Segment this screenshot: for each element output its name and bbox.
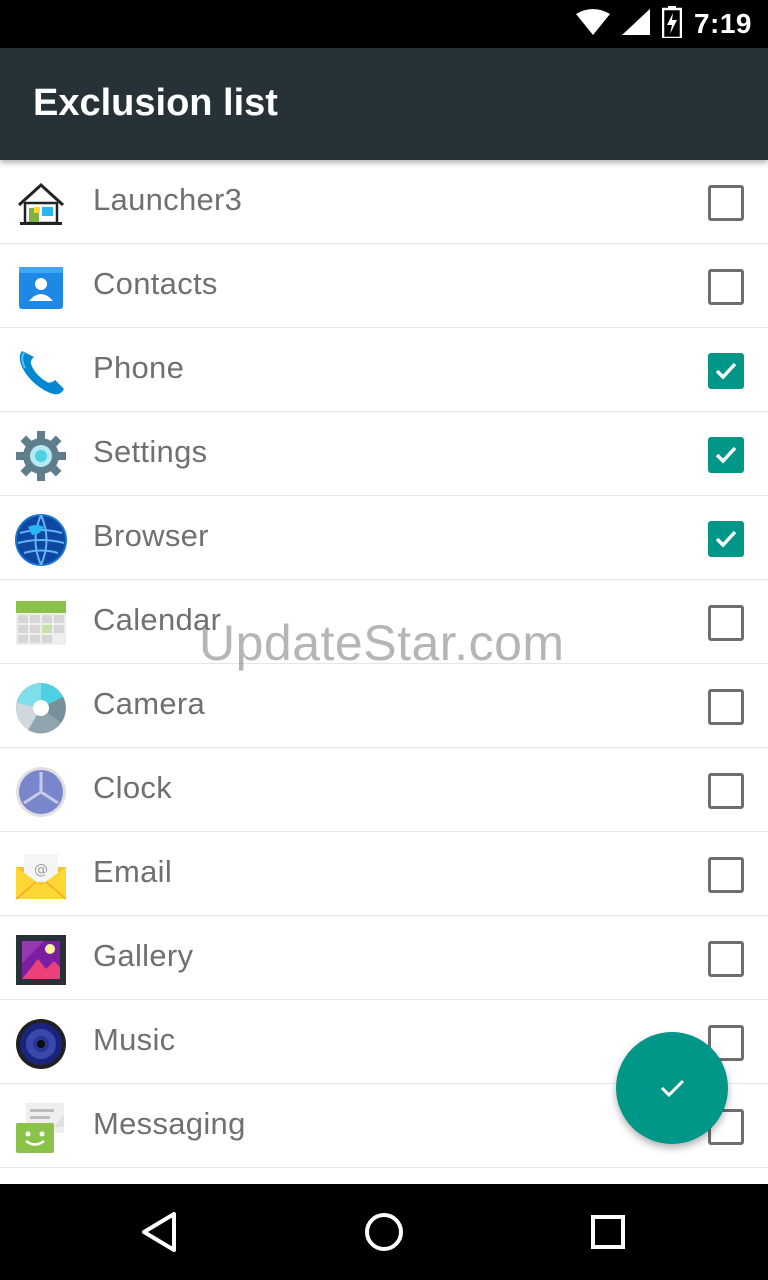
check-icon — [660, 1079, 685, 1098]
navigation-bar — [0, 1184, 768, 1280]
page-title: Exclusion list — [33, 82, 278, 124]
exclude-checkbox[interactable] — [708, 437, 744, 473]
exclude-checkbox[interactable] — [708, 857, 744, 893]
messaging-icon — [14, 1101, 68, 1155]
status-bar: 7:19 — [0, 0, 768, 48]
wifi-icon — [575, 9, 610, 39]
check-icon — [715, 362, 737, 380]
list-item[interactable]: Settings — [0, 412, 768, 496]
exclude-checkbox[interactable] — [708, 185, 744, 221]
app-label: Camera — [93, 686, 206, 721]
list-item[interactable]: Phone — [0, 328, 768, 412]
app-list: Launcher3 Contacts Phone Settings Browse… — [0, 160, 768, 1184]
email-icon: @ — [14, 849, 68, 903]
recents-square-icon[interactable] — [584, 1208, 632, 1256]
exclude-checkbox[interactable] — [708, 941, 744, 977]
list-item[interactable]: Launcher3 — [0, 160, 768, 244]
list-item[interactable]: Gallery — [0, 916, 768, 1000]
clock-icon — [14, 765, 68, 819]
back-triangle-icon[interactable] — [136, 1208, 184, 1256]
app-label: Clock — [93, 770, 173, 805]
app-label: Music — [93, 1022, 176, 1057]
app-label: Email — [93, 854, 173, 889]
list-item[interactable]: @ Email — [0, 832, 768, 916]
cell-signal-icon — [621, 9, 650, 39]
status-time: 7:19 — [693, 8, 752, 39]
exclude-checkbox[interactable] — [708, 353, 744, 389]
browser-globe-icon — [14, 513, 68, 567]
app-bar: Exclusion list — [0, 48, 768, 160]
list-item[interactable]: Contacts — [0, 244, 768, 328]
app-label: Contacts — [93, 266, 218, 301]
contacts-icon — [14, 261, 68, 315]
check-icon — [715, 446, 737, 464]
list-item[interactable]: Camera — [0, 664, 768, 748]
phone-icon — [14, 345, 68, 399]
watermark: UpdateStar.com — [199, 615, 565, 671]
exclude-checkbox[interactable] — [708, 521, 744, 557]
app-label: Gallery — [93, 938, 194, 973]
exclude-checkbox[interactable] — [708, 773, 744, 809]
battery-charging-icon — [661, 6, 683, 42]
gallery-icon — [14, 933, 68, 987]
list-item[interactable]: Browser — [0, 496, 768, 580]
app-label: Phone — [93, 350, 185, 385]
app-label: Settings — [93, 434, 208, 469]
app-label: Launcher3 — [93, 182, 243, 217]
home-circle-icon[interactable] — [360, 1208, 408, 1256]
exclude-checkbox[interactable] — [708, 269, 744, 305]
calendar-icon — [14, 597, 68, 651]
app-label: Browser — [93, 518, 209, 553]
list-item[interactable]: Clock — [0, 748, 768, 832]
settings-gear-icon — [14, 429, 68, 483]
exclude-checkbox[interactable] — [708, 605, 744, 641]
camera-icon — [14, 681, 68, 735]
check-icon — [715, 530, 737, 548]
svg-text:@: @ — [34, 862, 48, 878]
exclude-checkbox[interactable] — [708, 689, 744, 725]
app-label: Messaging — [93, 1106, 246, 1141]
confirm-fab-button[interactable] — [616, 1032, 728, 1144]
music-icon — [14, 1017, 68, 1071]
launcher-home-icon — [14, 177, 68, 231]
